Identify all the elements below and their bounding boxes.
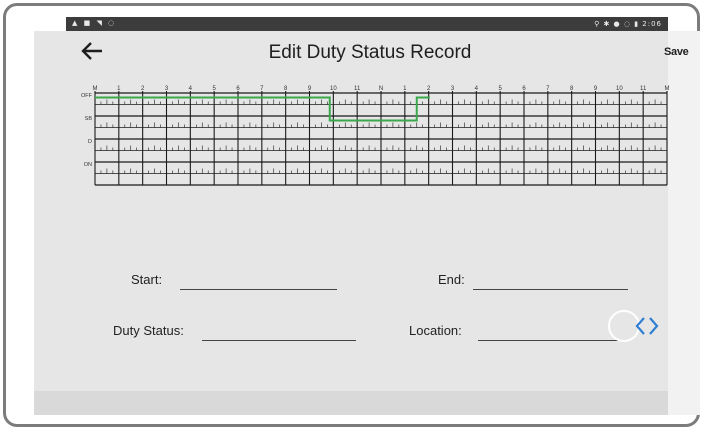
status-bar-icons-right: ⚲ ✱ ● ◌ ▮ 2:06 xyxy=(594,20,662,28)
bottom-bar xyxy=(34,391,668,415)
row-label: ON xyxy=(84,162,92,168)
start-label: Start: xyxy=(131,272,163,287)
row-label: OFF xyxy=(81,93,93,99)
save-button[interactable]: Save xyxy=(664,46,689,58)
back-arrow-icon[interactable] xyxy=(80,40,104,62)
row-label: D xyxy=(88,139,92,145)
status-bar: ▲ ■ ◥ ◌ ⚲ ✱ ● ◌ ▮ 2:06 xyxy=(66,17,668,31)
end-label: End: xyxy=(438,272,465,287)
prev-next-arrows-icon[interactable] xyxy=(632,314,662,338)
screen-right-edge xyxy=(668,31,700,415)
duty-status-label: Duty Status: xyxy=(113,323,184,338)
location-field[interactable] xyxy=(478,340,628,341)
duty-status-line xyxy=(95,96,430,122)
status-bar-icons-left: ▲ ■ ◥ ◌ xyxy=(72,19,117,27)
location-label: Location: xyxy=(409,323,462,338)
duty-log-grid[interactable]: M1234567891011N1234567891011MOFF10:31SB0… xyxy=(70,82,670,232)
duty-status-field[interactable] xyxy=(202,340,356,341)
end-field[interactable] xyxy=(473,289,628,290)
row-label: SB xyxy=(85,116,93,122)
start-field[interactable] xyxy=(180,289,337,290)
page-title: Edit Duty Status Record xyxy=(268,42,472,63)
